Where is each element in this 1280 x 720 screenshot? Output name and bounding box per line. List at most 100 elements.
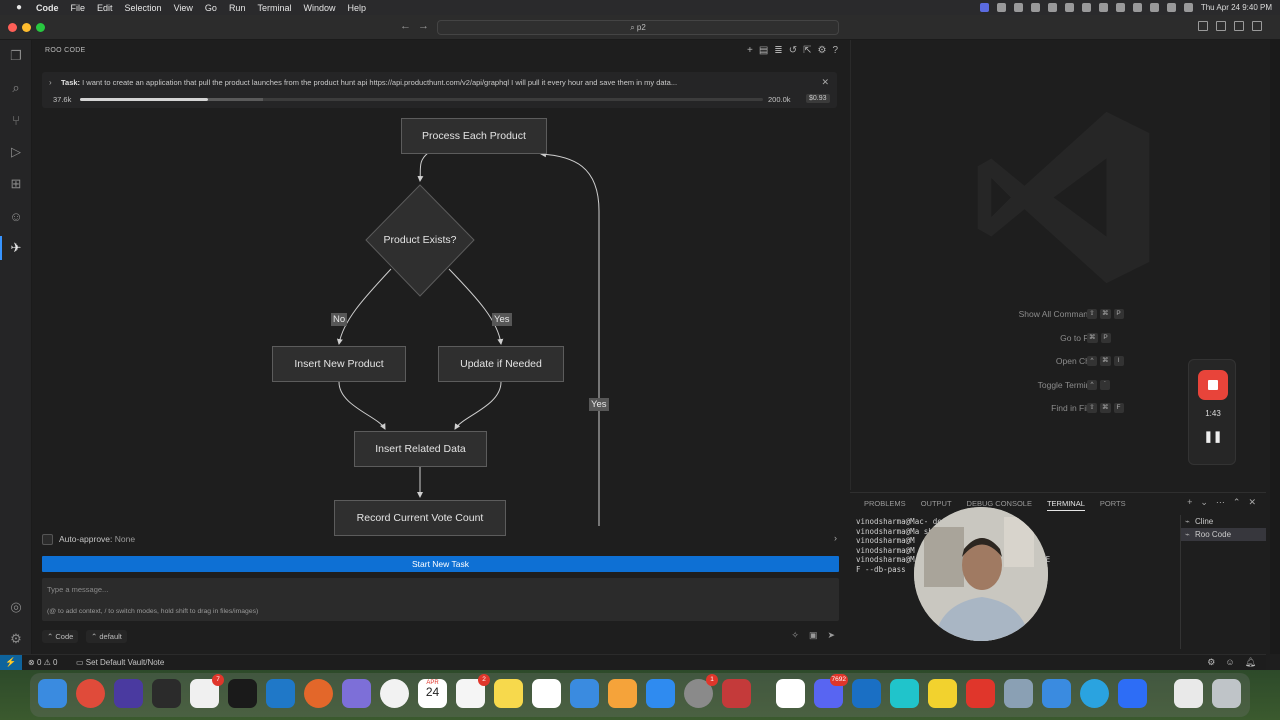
window-edge-scrollbar[interactable] [1270, 40, 1280, 654]
trash-icon[interactable] [1212, 679, 1241, 708]
menu-view[interactable]: View [174, 3, 193, 13]
message-input[interactable]: Type a message... (@ to add context, / t… [42, 578, 839, 621]
extensions-icon[interactable]: ⊞ [8, 176, 24, 192]
zoom-icon[interactable] [1118, 679, 1147, 708]
task-checklist-icon[interactable] [966, 679, 995, 708]
settings-gear-icon[interactable]: ⚙ [817, 45, 826, 56]
enhance-prompt-icon[interactable]: ✧ [791, 630, 799, 641]
zoom-tray-icon[interactable] [996, 3, 1006, 12]
problems-indicator[interactable]: ⊗ 0 ⚠ 0 [28, 658, 57, 667]
source-control-icon[interactable]: ⑂ [8, 112, 24, 128]
maximize-window-button[interactable] [36, 23, 45, 32]
figma-icon[interactable] [152, 679, 181, 708]
back-arrow-icon[interactable]: ← [400, 20, 411, 32]
run-debug-icon[interactable]: ▷ [8, 144, 24, 160]
kangaroo-icon[interactable]: ✈ [8, 240, 24, 256]
menu-file[interactable]: File [71, 3, 86, 13]
sync-tray-icon[interactable] [1081, 3, 1091, 12]
outlook-icon[interactable] [852, 679, 881, 708]
app-tray-icon[interactable] [1098, 3, 1108, 12]
dropbox-tray-icon[interactable] [1030, 3, 1040, 12]
control-center-icon[interactable] [1183, 3, 1193, 12]
gear-tray-icon[interactable] [1047, 3, 1057, 12]
new-task-plus-icon[interactable]: + [747, 45, 753, 56]
toggle-primary-sidebar-icon[interactable] [1198, 21, 1208, 31]
drive-tray-icon[interactable] [1013, 3, 1023, 12]
firefox-icon[interactable] [304, 679, 333, 708]
menubar-clock[interactable]: Thu Apr 24 9:40 PM [1201, 3, 1272, 12]
keynote-icon[interactable] [570, 679, 599, 708]
reminders-icon[interactable]: 2 [456, 674, 490, 708]
popout-icon[interactable]: ⇱ [803, 45, 811, 56]
screen-record-icon[interactable] [979, 3, 989, 12]
new-terminal-icon[interactable]: + [1187, 497, 1192, 508]
play-tray-icon[interactable] [1132, 3, 1142, 12]
search-icon[interactable] [1166, 3, 1176, 12]
tab-output[interactable]: OUTPUT [921, 499, 952, 511]
telegram-icon[interactable] [1080, 679, 1109, 708]
set-default-vault-item[interactable]: ▭ Set Default Vault/Note [76, 658, 164, 667]
menu-edit[interactable]: Edit [97, 3, 113, 13]
tab-problems[interactable]: PROBLEMS [864, 499, 906, 511]
apple-menu-icon[interactable]: ● [12, 2, 26, 13]
command-center-search[interactable]: ⌕ p2 [437, 20, 839, 35]
help-icon[interactable]: ? [832, 45, 838, 56]
customize-layout-icon[interactable] [1252, 21, 1262, 31]
miro-icon[interactable] [928, 679, 957, 708]
account-icon[interactable]: ◎ [8, 599, 24, 615]
task-description[interactable]: Task: I want to create an application th… [61, 78, 806, 87]
cloud-tray-icon[interactable] [1064, 3, 1074, 12]
shortcut-s-icon[interactable] [1042, 679, 1071, 708]
slack-icon[interactable] [776, 679, 805, 708]
vscode-icon[interactable] [266, 679, 295, 708]
notion-icon[interactable]: 7 [190, 674, 224, 708]
mcp-servers-icon[interactable]: ≣ [774, 45, 782, 56]
start-new-task-button[interactable]: Start New Task [42, 556, 839, 572]
preview-icon[interactable] [1004, 679, 1033, 708]
manage-gear-icon[interactable]: ⚙ [8, 631, 24, 647]
calendar-icon[interactable]: APR 24 [418, 679, 447, 708]
chrome-icon[interactable] [76, 679, 105, 708]
pause-icon[interactable]: ❚❚ [1189, 430, 1237, 443]
history-icon[interactable]: ↺ [789, 45, 797, 56]
settings-sync-icon[interactable]: ⚙ [1207, 657, 1215, 668]
menu-run[interactable]: Run [229, 3, 246, 13]
auto-approve-checkbox[interactable] [42, 534, 53, 545]
launchpad-icon[interactable] [342, 679, 371, 708]
terminal-item-roo-code[interactable]: Roo Code [1181, 528, 1266, 541]
task-expand-chevron-icon[interactable]: › [49, 78, 52, 87]
chevron-down-icon[interactable]: ⌄ [1200, 497, 1208, 508]
more-actions-icon[interactable]: ⋯ [1216, 497, 1225, 508]
api-profile-selector[interactable]: ⌃ default [86, 630, 127, 643]
todoist-icon[interactable] [114, 679, 143, 708]
mode-selector[interactable]: ⌃ Code [42, 630, 79, 643]
downloads-folder-icon[interactable] [1174, 679, 1203, 708]
toggle-secondary-sidebar-icon[interactable] [1234, 21, 1244, 31]
copilot-icon[interactable]: ☺ [1225, 657, 1234, 668]
menu-go[interactable]: Go [205, 3, 217, 13]
minimize-window-button[interactable] [22, 23, 31, 32]
menu-window[interactable]: Window [303, 3, 335, 13]
system-settings-icon[interactable]: 1 [684, 674, 718, 708]
notion-tray-icon[interactable] [1115, 3, 1125, 12]
menu-help[interactable]: Help [347, 3, 366, 13]
notifications-bell-icon[interactable]: 🔔︎ [1245, 657, 1256, 668]
add-image-icon[interactable]: ▣ [809, 630, 818, 641]
maximize-panel-icon[interactable]: ⌃ [1233, 497, 1241, 508]
explorer-icon[interactable]: ❐ [8, 48, 24, 64]
forward-arrow-icon[interactable]: → [418, 20, 429, 32]
menu-app-name[interactable]: Code [36, 3, 59, 13]
remote-indicator-icon[interactable]: ⚡ [0, 655, 22, 671]
canva-icon[interactable] [890, 679, 919, 708]
app-store-icon[interactable] [646, 679, 675, 708]
stop-recording-button[interactable] [1198, 370, 1228, 400]
iphone-mirroring-icon[interactable] [722, 679, 751, 708]
notes-icon[interactable] [494, 679, 523, 708]
cursor-app-icon[interactable] [228, 679, 257, 708]
close-panel-icon[interactable]: ✕ [1248, 497, 1256, 508]
toggle-panel-icon[interactable] [1216, 21, 1226, 31]
terminal-item-cline[interactable]: Cline [1181, 515, 1266, 528]
close-window-button[interactable] [8, 23, 17, 32]
search-icon[interactable]: ⌕ [8, 80, 24, 96]
send-icon[interactable]: ➤ [827, 630, 835, 641]
